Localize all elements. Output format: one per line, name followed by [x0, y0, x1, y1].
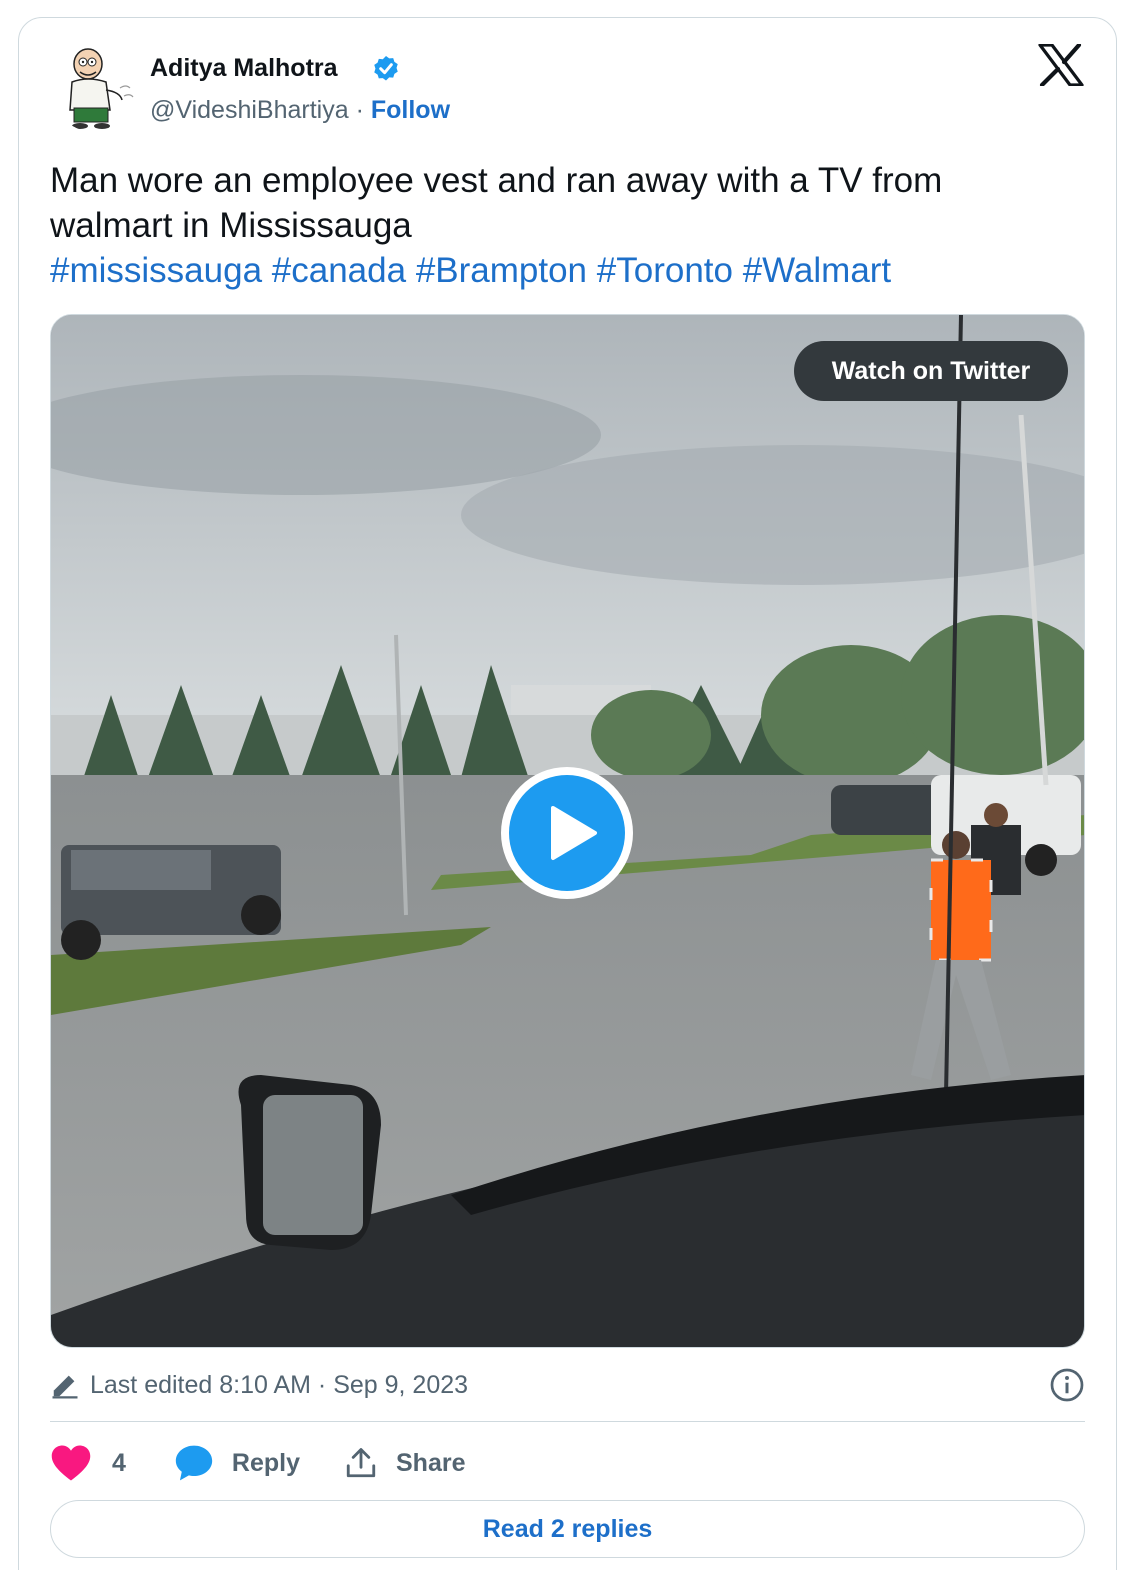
verified-badge-icon — [374, 56, 398, 81]
action-bar: 4 Reply Share — [50, 1440, 465, 1486]
read-replies-button[interactable]: Read 2 replies — [50, 1500, 1085, 1558]
like-button[interactable]: 4 — [50, 1443, 126, 1483]
pencil-icon — [52, 1375, 78, 1399]
reply-label: Reply — [231, 1448, 300, 1477]
avatar-cartoon-icon — [50, 42, 140, 132]
speech-bubble-icon — [175, 1445, 213, 1481]
reply-button[interactable]: Reply — [174, 1444, 300, 1482]
last-edited-text[interactable]: Last edited 8:10 AM · Sep 9, 2023 — [90, 1371, 468, 1400]
like-count: 4 — [112, 1448, 126, 1477]
share-label: Share — [396, 1448, 466, 1477]
hashtag-link[interactable]: #Toronto — [597, 251, 733, 290]
watch-on-twitter-button[interactable]: Watch on Twitter — [794, 341, 1068, 401]
handle-separator: · — [355, 96, 364, 124]
tweet-text: Man wore an employee vest and ran away w… — [50, 158, 1070, 293]
share-icon — [346, 1448, 376, 1478]
follow-link[interactable]: Follow — [371, 96, 450, 124]
author-handle-line: @VideshiBhartiya · Follow — [150, 96, 450, 125]
author-handle[interactable]: @VideshiBhartiya — [150, 96, 349, 124]
author-avatar[interactable] — [50, 42, 140, 132]
hashtag-link[interactable]: #Brampton — [416, 251, 587, 290]
play-button[interactable] — [501, 767, 633, 899]
hashtag-link[interactable]: #Walmart — [743, 251, 891, 290]
play-button-fill — [509, 775, 625, 891]
heart-icon — [51, 1445, 91, 1481]
hashtag-list: #mississauga #canada #Brampton #Toronto … — [50, 248, 1070, 293]
play-icon — [551, 806, 597, 860]
author-name[interactable]: Aditya Malhotra — [150, 54, 338, 83]
divider — [50, 1421, 1085, 1422]
video-thumbnail[interactable]: Watch on Twitter — [50, 314, 1085, 1348]
tweet-body: Man wore an employee vest and ran away w… — [50, 161, 943, 245]
hashtag-link[interactable]: #canada — [272, 251, 406, 290]
hashtag-link[interactable]: #mississauga — [50, 251, 262, 290]
edit-info-row: Last edited 8:10 AM · Sep 9, 2023 — [50, 1367, 1085, 1403]
info-icon[interactable] — [1049, 1367, 1085, 1403]
x-logo-icon[interactable] — [1038, 44, 1084, 86]
share-button[interactable]: Share — [344, 1446, 465, 1480]
